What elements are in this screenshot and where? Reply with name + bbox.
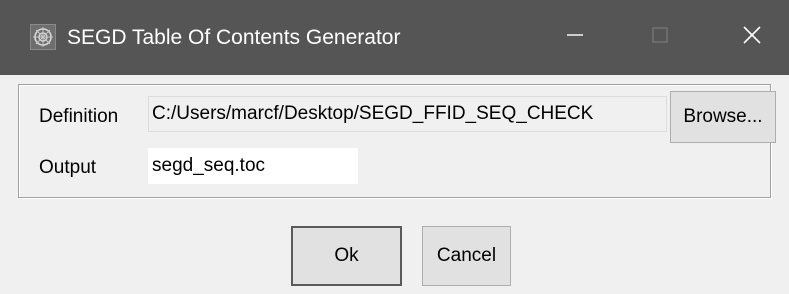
- title-bar[interactable]: SEGD Table Of Contents Generator: [0, 0, 789, 75]
- output-label: Output: [39, 157, 97, 178]
- browse-button[interactable]: Browse...: [670, 91, 776, 143]
- close-icon: [741, 24, 763, 51]
- minimize-button[interactable]: [540, 0, 610, 75]
- ok-button[interactable]: Ok: [291, 226, 402, 286]
- dialog-window: SEGD Table Of Contents Generator Definit…: [0, 0, 789, 294]
- maximize-icon: [650, 25, 670, 50]
- output-field[interactable]: segd_seq.toc: [148, 148, 358, 184]
- definition-field[interactable]: C:/Users/marcf/Desktop/SEGD_FFID_SEQ_CHE…: [148, 96, 667, 132]
- minimize-icon: [565, 25, 585, 50]
- window-title: SEGD Table Of Contents Generator: [67, 26, 401, 49]
- cancel-button[interactable]: Cancel: [422, 226, 511, 286]
- close-button[interactable]: [717, 0, 787, 75]
- app-logo-icon[interactable]: [30, 24, 56, 50]
- maximize-button[interactable]: [625, 0, 695, 75]
- definition-label: Definition: [39, 106, 119, 127]
